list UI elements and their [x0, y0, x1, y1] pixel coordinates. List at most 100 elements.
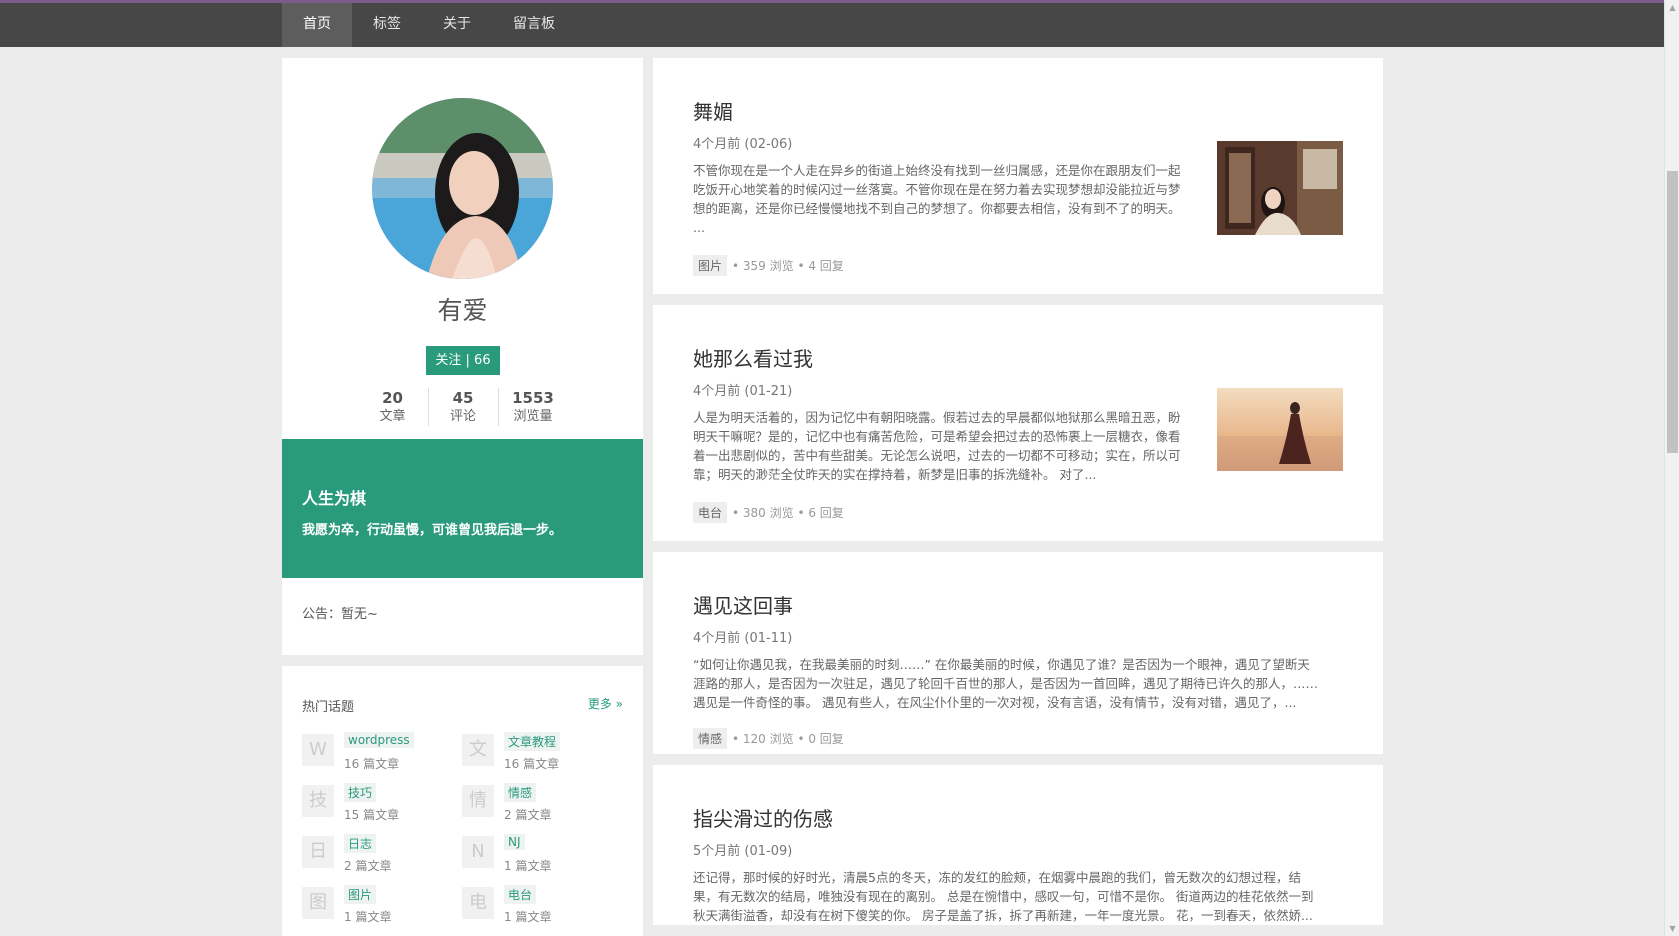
topic-letter-icon: 图	[302, 887, 334, 919]
post-date: 4个月前 (01-21)	[693, 384, 793, 399]
stat-label: 评论	[449, 409, 476, 424]
post-tag[interactable]: 图片	[693, 255, 728, 276]
excerpt-line: 人是为明天活着的，因为记忆中有朝阳晓露。假若过去的早晨都似地狱那么黑暗丑恶，盼	[693, 410, 1181, 425]
follow-button[interactable]: 关注 | 66	[426, 346, 500, 375]
topic-item: 情 情感 2 篇文章	[462, 783, 622, 822]
thumbnail-image	[1217, 141, 1343, 235]
topic-link[interactable]: wordpress	[344, 732, 414, 748]
top-navbar: 首页 标签 关于 留言板	[0, 0, 1664, 47]
topic-letter-icon: 日	[302, 836, 334, 868]
topic-count: 15 篇文章	[344, 808, 400, 822]
motto-banner: 人生为棋 我愿为卒，行动虽慢，可谁曾见我后退一步。	[282, 439, 643, 578]
avatar[interactable]	[372, 98, 553, 279]
post-date: 4个月前 (01-11)	[693, 631, 793, 646]
topic-item: 技 技巧 15 篇文章	[302, 783, 462, 822]
stat-value: 1553	[512, 389, 554, 407]
scroll-up-arrow-icon[interactable]: ▲	[1665, 0, 1679, 15]
post-tag[interactable]: 情感	[693, 728, 728, 749]
excerpt-line: 吃饭开心地笑着的时候闪过一丝落寞。不管你现在是在努力着去实现梦想却没能拉近与梦	[693, 182, 1181, 197]
topic-letter-icon: 情	[462, 785, 494, 817]
sidebar: 有爱 关注 | 66 20 文章 45 评论 1553 浏览量 人生为棋 我愿为…	[282, 58, 643, 936]
excerpt-line: 靠；明天的渺茫全仗昨天的实在撑持着，新梦是旧事的拆洗缝补。 对了...	[693, 467, 1097, 482]
topic-count: 1 篇文章	[504, 859, 552, 873]
topic-link[interactable]: 图片	[344, 885, 377, 904]
topic-link[interactable]: 文章教程	[504, 732, 561, 751]
thumbnail-image	[1217, 388, 1343, 471]
excerpt-line: 秋天满街溢香，却没有在树下傻笑的你。 房子是盖了拆，拆了再新建，一年一度光景。 …	[693, 908, 1313, 923]
nav-item-tags[interactable]: 标签	[352, 3, 422, 47]
post-thumbnail[interactable]	[1217, 388, 1343, 471]
stat-views[interactable]: 1553 浏览量	[497, 388, 568, 426]
topic-count: 1 篇文章	[344, 910, 392, 924]
topic-item: 电 电台 1 篇文章	[462, 885, 622, 924]
topic-link[interactable]: 日志	[344, 834, 377, 853]
topic-count: 16 篇文章	[504, 757, 560, 771]
topic-letter-icon: W	[302, 734, 334, 766]
profile-card: 有爱 关注 | 66 20 文章 45 评论 1553 浏览量 人生为棋 我愿为…	[282, 58, 643, 655]
announcement: 公告：暂无~	[302, 607, 378, 622]
motto-title: 人生为棋	[302, 489, 367, 508]
post-meta: 电台 • 380 浏览 • 6 回复	[693, 502, 844, 523]
scrollbar-thumb[interactable]	[1667, 171, 1678, 453]
topic-letter-icon: N	[462, 836, 494, 868]
post-card: 舞媚 4个月前 (02-06) 不管你现在是一个人走在异乡的街道上始终没有找到一…	[653, 58, 1383, 294]
topic-grid: W wordpress 16 篇文章 文 文章教程 16 篇文章 技 技巧 15…	[302, 732, 622, 924]
topic-item: 图 图片 1 篇文章	[302, 885, 462, 924]
topic-item: N NJ 1 篇文章	[462, 834, 622, 873]
stat-comments[interactable]: 45 评论	[427, 388, 498, 426]
topic-item: W wordpress 16 篇文章	[302, 732, 462, 771]
post-stats: • 120 浏览 • 0 回复	[732, 732, 844, 746]
excerpt-line: 果，有无数次的结局，唯独没有现在的离别。 总是在惋惜中，感叹一句，可惜不是你。 …	[693, 889, 1314, 904]
topic-link[interactable]: NJ	[504, 834, 525, 850]
excerpt-line: 明天干嘛呢？是的，记忆中也有痛苦危险，可是希望会把过去的恐怖裹上一层糖衣，像看	[693, 429, 1181, 444]
excerpt-line: 遇见是一件奇怪的事。 遇见有些人，在风尘仆仆里的一次对视，没有言语，没有情节，没…	[693, 695, 1297, 710]
post-tag[interactable]: 电台	[693, 502, 728, 523]
post-title[interactable]: 指尖滑过的伤感	[693, 803, 833, 832]
post-excerpt: “如何让你遇见我，在我最美丽的时刻……” 在你最美丽的时候，你遇见了谁？是否因为…	[693, 655, 1318, 712]
more-topics-link[interactable]: 更多 »	[588, 695, 623, 712]
stat-label: 文章	[379, 409, 406, 424]
excerpt-line: 着一出悲剧似的，苦中有些甜美。无论怎么说吧，过去的一切都不可移动；实在，所以可	[693, 448, 1181, 463]
user-name: 有爱	[437, 296, 488, 325]
post-list: 舞媚 4个月前 (02-06) 不管你现在是一个人走在异乡的街道上始终没有找到一…	[653, 58, 1383, 936]
stat-value: 45	[452, 389, 474, 407]
stat-articles[interactable]: 20 文章	[358, 388, 428, 426]
hot-topics-title: 热门话题	[302, 700, 355, 715]
post-excerpt: 人是为明天活着的，因为记忆中有朝阳晓露。假若过去的早晨都似地狱那么黑暗丑恶，盼 …	[693, 408, 1181, 484]
scroll-down-arrow-icon[interactable]: ▼	[1665, 921, 1679, 936]
excerpt-line: 涯路的那人，是否因为一次驻足，遇见了轮回千百世的那人，是否因为一首回眸，遇见了期…	[693, 676, 1319, 691]
post-stats: • 359 浏览 • 4 回复	[732, 259, 844, 273]
topic-link[interactable]: 技巧	[344, 783, 377, 802]
excerpt-line: 想的距离，还是你已经慢慢地找不到自己的梦想了。你都要去相信，没有到不了的明天。	[693, 201, 1181, 216]
page-scrollbar[interactable]: ▲ ▼	[1664, 0, 1679, 936]
post-card: 她那么看过我 4个月前 (01-21) 人是为明天活着的，因为记忆中有朝阳晓露。…	[653, 305, 1383, 541]
nav-item-guestbook[interactable]: 留言板	[492, 3, 576, 47]
post-thumbnail[interactable]	[1217, 141, 1343, 235]
nav-item-home[interactable]: 首页	[282, 3, 352, 47]
post-title[interactable]: 她那么看过我	[693, 343, 813, 372]
post-title[interactable]: 遇见这回事	[693, 590, 793, 619]
topic-item: 日 日志 2 篇文章	[302, 834, 462, 873]
post-meta: 图片 • 359 浏览 • 4 回复	[693, 255, 844, 276]
topic-letter-icon: 文	[462, 734, 494, 766]
excerpt-line: “如何让你遇见我，在我最美丽的时刻……” 在你最美丽的时候，你遇见了谁？是否因为…	[693, 657, 1310, 672]
post-date: 5个月前 (01-09)	[693, 844, 793, 859]
post-card: 指尖滑过的伤感 5个月前 (01-09) 还记得，那时候的好时光，清晨5点的冬天…	[653, 765, 1383, 925]
post-title[interactable]: 舞媚	[693, 96, 733, 125]
topic-item: 文 文章教程 16 篇文章	[462, 732, 622, 771]
topic-link[interactable]: 电台	[504, 885, 537, 904]
excerpt-line: ...	[693, 220, 705, 235]
nav-item-about[interactable]: 关于	[422, 3, 492, 47]
stat-label: 浏览量	[513, 409, 553, 424]
user-stats: 20 文章 45 评论 1553 浏览量	[282, 388, 643, 426]
topic-letter-icon: 电	[462, 887, 494, 919]
excerpt-line: 不管你现在是一个人走在异乡的街道上始终没有找到一丝归属感，还是你在跟朋友们一起	[693, 163, 1181, 178]
motto-text: 我愿为卒，行动虽慢，可谁曾见我后退一步。	[302, 523, 563, 538]
topic-count: 2 篇文章	[504, 808, 552, 822]
topic-link[interactable]: 情感	[504, 783, 537, 802]
post-excerpt: 还记得，那时候的好时光，清晨5点的冬天，冻的发红的脸颊，在烟雾中晨跑的我们，曾无…	[693, 868, 1313, 925]
post-stats: • 380 浏览 • 6 回复	[732, 506, 844, 520]
avatar-image	[372, 98, 553, 279]
topic-count: 2 篇文章	[344, 859, 392, 873]
post-card: 遇见这回事 4个月前 (01-11) “如何让你遇见我，在我最美丽的时刻……” …	[653, 552, 1383, 754]
